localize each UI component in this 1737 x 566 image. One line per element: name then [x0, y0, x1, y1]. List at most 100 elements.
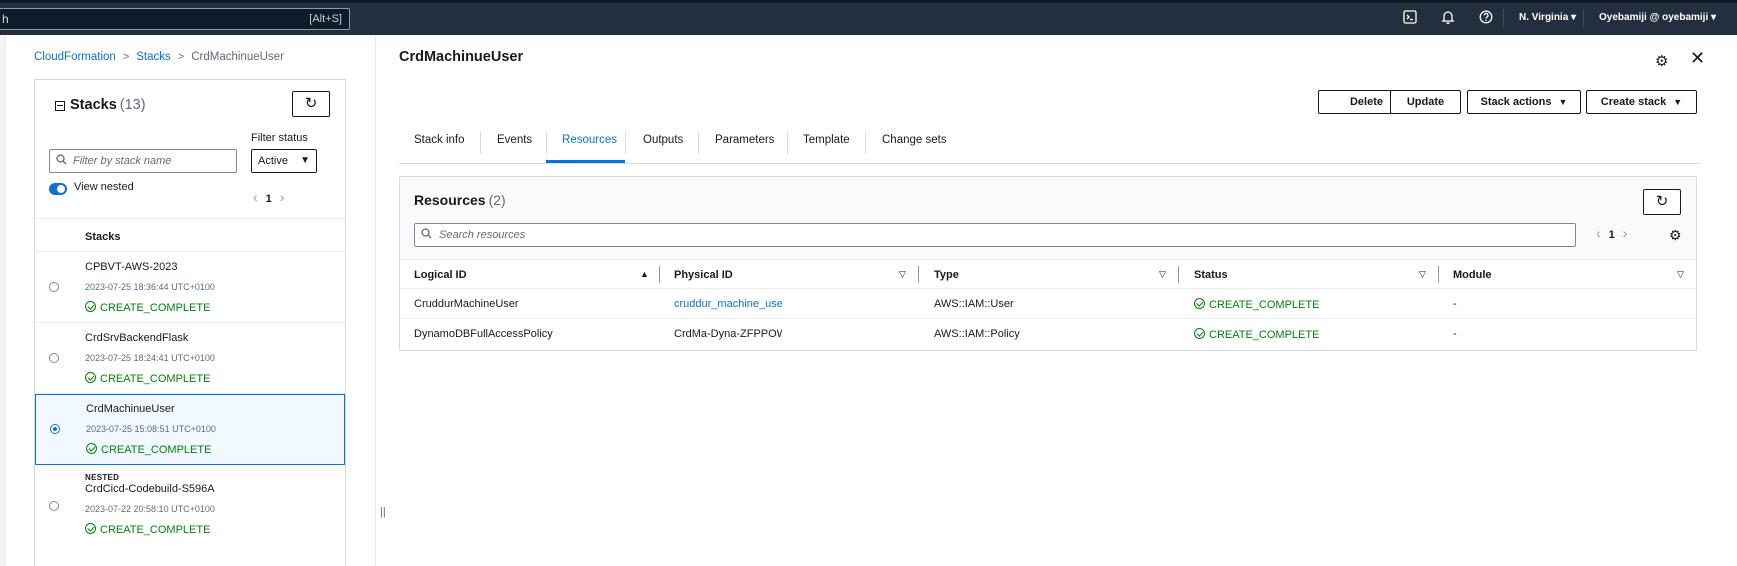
next-page-icon[interactable]: › — [280, 189, 285, 205]
col-logical-id[interactable]: Logical ID — [414, 269, 467, 281]
stack-name: CPBVT-AWS-2023 — [85, 261, 178, 273]
account-label: Oyebamiji @ oyebamiji — [1599, 12, 1709, 23]
resources-pagination: ‹ 1 › — [1596, 225, 1627, 241]
nav-separator — [1583, 9, 1584, 27]
tab-separator — [480, 132, 481, 154]
physical-id-link[interactable]: cruddur_machine_user — [674, 298, 782, 310]
tab-parameters[interactable]: Parameters — [715, 134, 774, 146]
refresh-icon: ↻ — [304, 95, 318, 112]
resources-panel: Resources (2) ↻ Search resources ‹ 1 › ⚙ Lo… — [399, 176, 1697, 351]
previous-page-icon[interactable]: ‹ — [1596, 225, 1601, 241]
column-separator[interactable] — [1438, 266, 1439, 283]
tab-outputs[interactable]: Outputs — [643, 134, 683, 146]
filter-status-select[interactable]: Active ▼ — [251, 149, 317, 173]
tab-template[interactable]: Template — [803, 134, 850, 146]
stack-date: 2023-07-25 18:24:41 UTC+0100 — [85, 353, 215, 363]
stack-actions-button[interactable]: Stack actions ▼ — [1467, 90, 1581, 114]
stack-date: 2023-07-22 20:58:10 UTC+0100 — [85, 504, 215, 514]
caret-down-icon: ▼ — [1673, 97, 1683, 107]
resize-handle-icon[interactable]: || — [380, 506, 386, 518]
sort-icon[interactable]: ▽ — [1419, 269, 1426, 280]
stack-status-text: CREATE_COMPLETE — [100, 524, 211, 536]
stack-status-text: CREATE_COMPLETE — [100, 302, 211, 314]
type-cell: AWS::IAM::Policy — [934, 328, 1020, 340]
bell-icon[interactable] — [1441, 10, 1457, 26]
stack-status: CREATE_COMPLETE — [85, 301, 210, 314]
sort-icon[interactable]: ▽ — [1159, 269, 1166, 280]
table-row: CruddurMachineUser cruddur_machine_user … — [400, 289, 1696, 319]
chevron-right-icon: > — [177, 51, 185, 63]
breadcrumb-cloudformation[interactable]: CloudFormation — [34, 51, 116, 63]
collapse-panel-icon[interactable] — [55, 101, 65, 111]
resources-page-number[interactable]: 1 — [1609, 229, 1615, 241]
create-stack-button[interactable]: Create stack ▼ — [1586, 90, 1697, 114]
stack-name: CrdMachinueUser — [86, 403, 175, 415]
col-type[interactable]: Type — [934, 269, 959, 281]
view-nested-toggle[interactable] — [49, 183, 67, 195]
stack-radio[interactable] — [49, 501, 59, 511]
chevron-right-icon: > — [122, 51, 130, 63]
nested-badge: NESTED — [85, 473, 120, 482]
tab-change-sets[interactable]: Change sets — [882, 134, 947, 146]
logical-id-cell: CruddurMachineUser — [414, 298, 519, 310]
search-resources-input[interactable]: Search resources — [414, 223, 1576, 247]
stack-status-text: CREATE_COMPLETE — [100, 373, 211, 385]
stack-radio[interactable] — [49, 282, 59, 292]
stack-row[interactable]: CrdSrvBackendFlask 2023-07-25 18:24:41 U… — [35, 323, 345, 394]
gear-icon[interactable]: ⚙ — [1655, 52, 1668, 70]
module-cell: - — [1453, 328, 1457, 340]
column-separator[interactable] — [918, 266, 919, 283]
side-navigation-collapsed[interactable] — [0, 35, 6, 566]
stack-row[interactable]: CPBVT-AWS-2023 2023-07-25 18:36:44 UTC+0… — [35, 252, 345, 323]
previous-page-icon[interactable]: ‹ — [253, 189, 258, 205]
region-selector[interactable]: N. Virginia ▾ — [1519, 12, 1576, 23]
col-status[interactable]: Status — [1194, 269, 1228, 281]
success-icon — [85, 523, 96, 534]
tab-resources[interactable]: Resources — [562, 134, 617, 146]
sort-icon[interactable]: ▽ — [899, 269, 906, 280]
update-label: Update — [1406, 96, 1445, 108]
success-icon — [85, 372, 96, 383]
stacks-column-header: Stacks — [35, 218, 345, 252]
breadcrumb-stacks[interactable]: Stacks — [136, 51, 171, 63]
stacks-column-label: Stacks — [85, 231, 121, 243]
stack-radio[interactable] — [50, 424, 60, 434]
global-search-input[interactable]: h [Alt+S] — [0, 8, 350, 30]
column-separator[interactable] — [659, 266, 660, 283]
table-row: DynamoDBFullAccessPolicy CrdMa-Dyna-ZFPP… — [400, 319, 1696, 349]
refresh-stacks-button[interactable]: ↻ — [292, 91, 330, 117]
sort-ascending-icon[interactable]: ▲ — [640, 269, 649, 279]
col-module[interactable]: Module — [1453, 269, 1492, 281]
filter-stack-name-input[interactable]: Filter by stack name — [49, 149, 237, 173]
stack-status-text: CREATE_COMPLETE — [101, 444, 212, 456]
tab-events[interactable]: Events — [497, 134, 532, 146]
stack-radio[interactable] — [49, 353, 59, 363]
close-icon[interactable]: ✕ — [1690, 48, 1705, 69]
help-icon[interactable] — [1479, 10, 1495, 26]
account-menu[interactable]: Oyebamiji @ oyebamiji ▾ — [1599, 12, 1716, 23]
col-physical-id[interactable]: Physical ID — [674, 269, 733, 281]
view-nested-label: View nested — [74, 181, 134, 193]
stacks-page-number[interactable]: 1 — [266, 193, 272, 205]
tab-stack-info[interactable]: Stack info — [414, 134, 465, 146]
status-cell: CREATE_COMPLETE — [1194, 298, 1319, 311]
column-separator[interactable] — [1178, 266, 1179, 283]
type-cell: AWS::IAM::User — [934, 298, 1014, 310]
stack-row[interactable]: NESTED CrdCicd-Codebuild-S596A 2023-07-2… — [35, 465, 345, 566]
search-resources-placeholder: Search resources — [439, 229, 526, 241]
next-page-icon[interactable]: › — [1623, 225, 1628, 241]
table-settings-gear-icon[interactable]: ⚙ — [1669, 227, 1682, 244]
update-button[interactable]: Update — [1390, 90, 1461, 114]
stacks-heading: Stacks (13) — [70, 97, 146, 113]
cloudshell-icon[interactable] — [1403, 10, 1419, 26]
stack-row-selected[interactable]: CrdMachinueUser 2023-07-25 15:08:51 UTC+… — [35, 394, 345, 465]
filter-status-value: Active — [258, 155, 288, 167]
stacks-count: (13) — [119, 97, 146, 113]
sort-icon[interactable]: ▽ — [1677, 269, 1684, 280]
tab-separator — [625, 132, 626, 154]
resources-header: Resources (2) ↻ Search resources ‹ 1 › ⚙ — [400, 177, 1696, 259]
breadcrumb: CloudFormation > Stacks > CrdMachinueUser — [34, 51, 284, 63]
stack-status: CREATE_COMPLETE — [86, 443, 211, 456]
stack-status: CREATE_COMPLETE — [85, 372, 210, 385]
refresh-resources-button[interactable]: ↻ — [1643, 189, 1681, 215]
